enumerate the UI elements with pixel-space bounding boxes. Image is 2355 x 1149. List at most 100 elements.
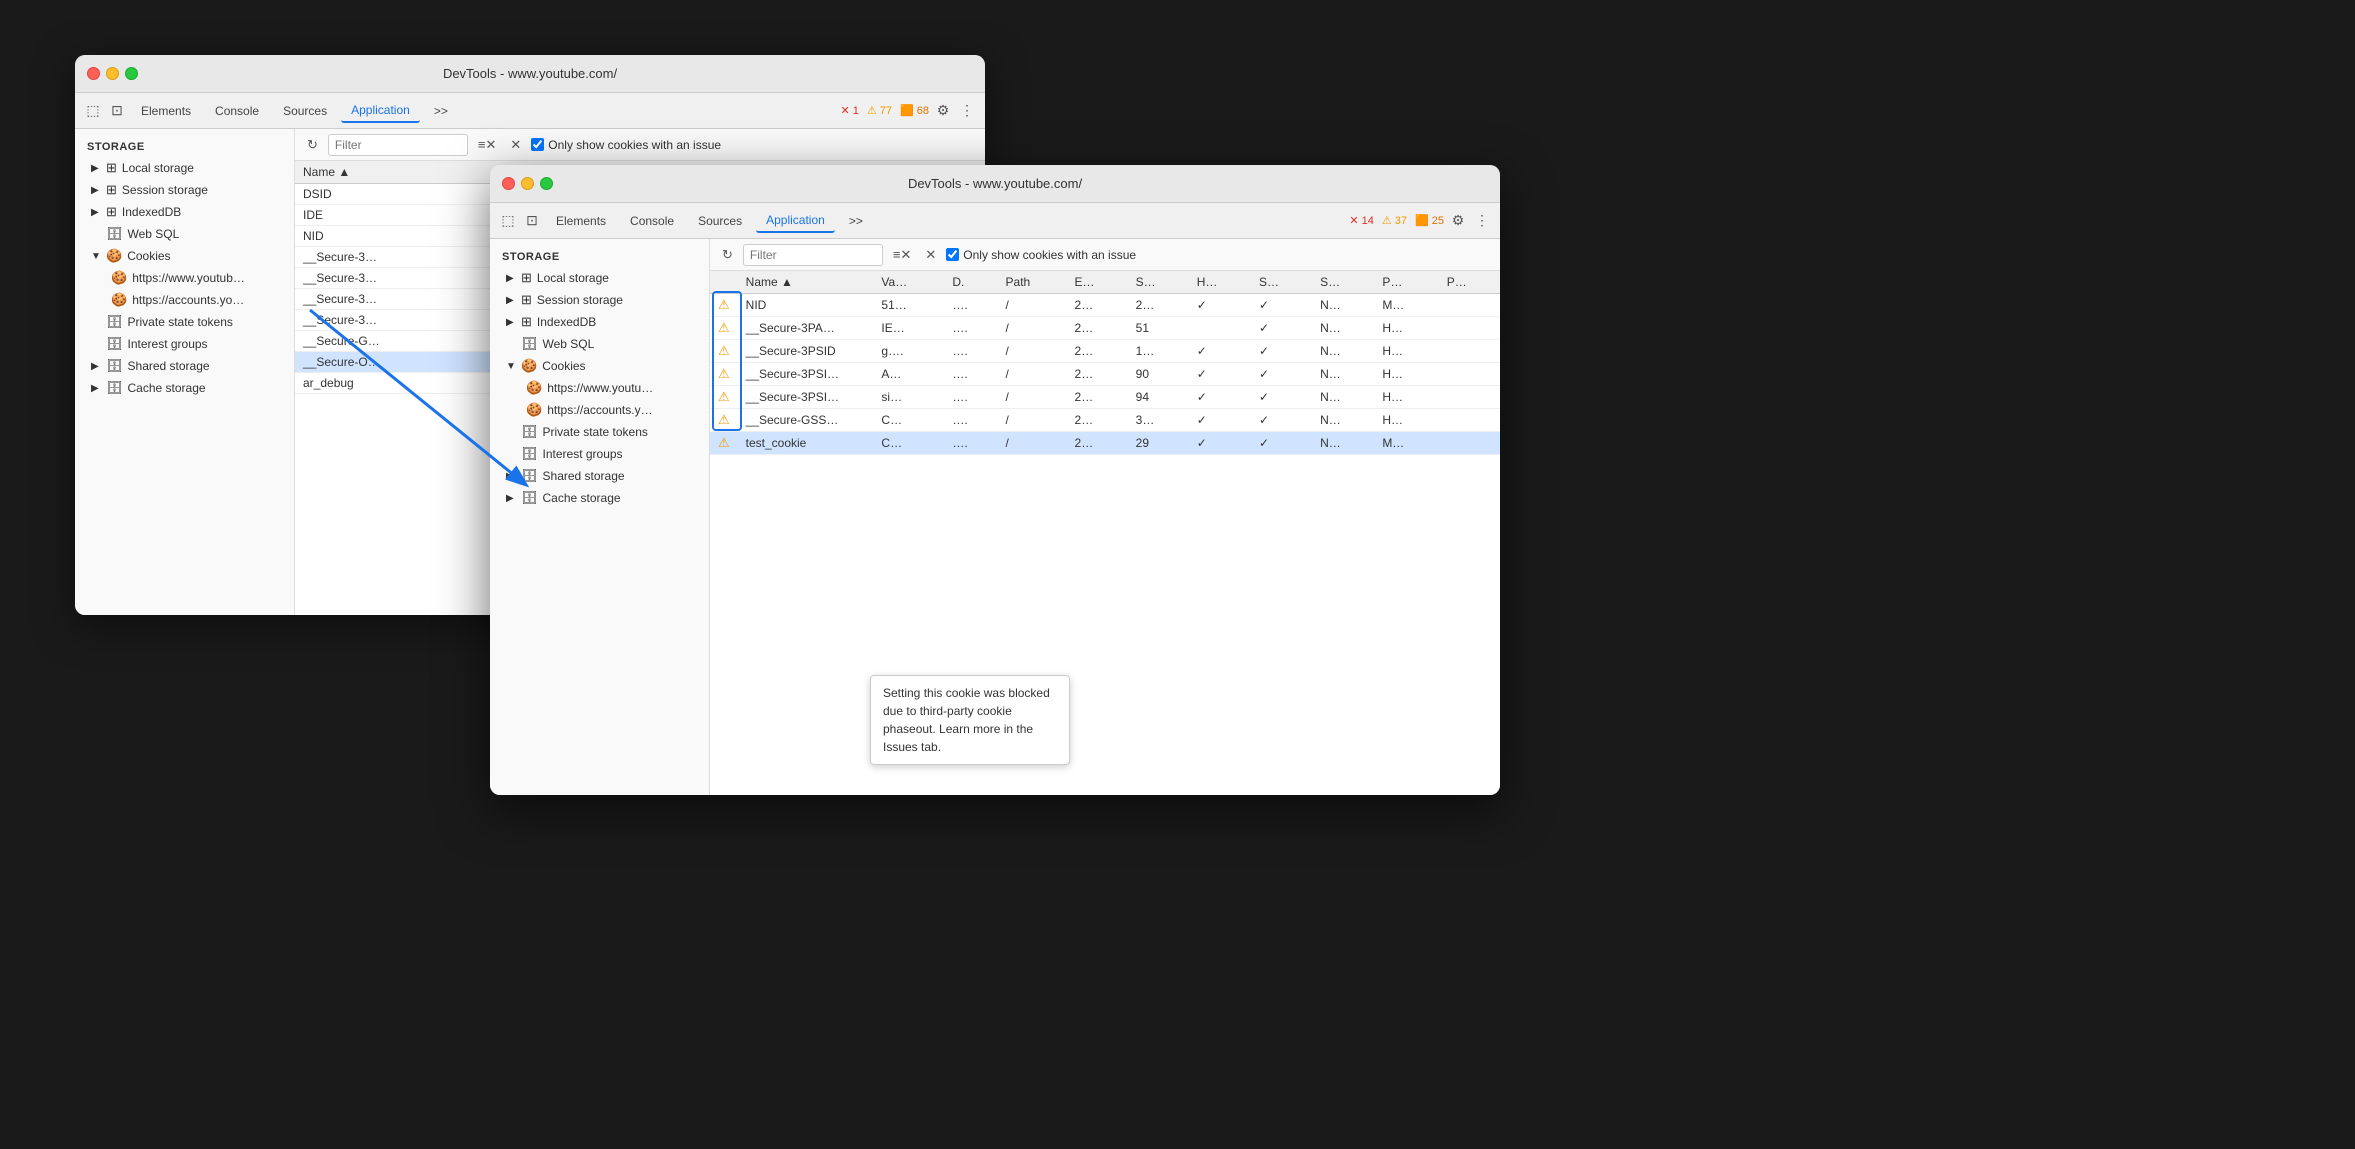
front-filter-clear-btn[interactable]: ≡✕ (889, 245, 915, 265)
front-issue-checkbox-label[interactable]: Only show cookies with an issue (946, 248, 1136, 262)
back-sidebar-cookies-youtube[interactable]: 🍪 https://www.youtub… (75, 267, 294, 289)
front-issue-checkbox[interactable] (946, 248, 959, 261)
back-badge-error: ✕ 1 (840, 104, 858, 117)
table-row[interactable]: ⚠ __Secure-3PA… IE… …. / 2… 51 ✓ N… H… (710, 317, 1500, 340)
back-clear-btn[interactable]: ✕ (506, 135, 525, 155)
back-issue-checkbox-label[interactable]: Only show cookies with an issue (531, 138, 721, 152)
front-more-icon[interactable]: ⋮ (1472, 211, 1492, 231)
front-tab-elements[interactable]: Elements (546, 210, 616, 232)
front-sidebar-interest[interactable]: 🗄 Interest groups (490, 443, 709, 465)
cell-secure: ✓ (1251, 294, 1312, 317)
cell-priority: H… (1374, 409, 1438, 432)
cell-domain: …. (944, 432, 997, 455)
front-col-value[interactable]: Va… (873, 271, 944, 294)
front-main-panel: ↻ ≡✕ ✕ Only show cookies with an issue N… (710, 239, 1500, 795)
back-sidebar-local-storage[interactable]: ▶ ⊞ Local storage (75, 157, 294, 179)
front-sidebar-indexeddb[interactable]: ▶ ⊞ IndexedDB (490, 311, 709, 333)
cell-partitioned (1439, 340, 1500, 363)
cell-value: IE… (873, 317, 944, 340)
back-issue-checkbox[interactable] (531, 138, 544, 151)
front-local-label: Local storage (537, 271, 609, 285)
table-row[interactable]: ⚠ __Secure-3PSI… A… …. / 2… 90 ✓ ✓ N… H… (710, 363, 1500, 386)
front-clear-btn[interactable]: ✕ (921, 245, 940, 265)
cell-name: __Secure-3PSI… (738, 363, 874, 386)
back-tab-sources[interactable]: Sources (273, 100, 337, 122)
front-col-exp[interactable]: E… (1067, 271, 1128, 294)
front-col-priority[interactable]: P… (1374, 271, 1438, 294)
back-tab-elements[interactable]: Elements (131, 100, 201, 122)
back-sidebar-indexeddb[interactable]: ▶ ⊞ IndexedDB (75, 201, 294, 223)
front-sidebar-shared-storage[interactable]: ▶ 🗄 Shared storage (490, 465, 709, 487)
back-local-icon: ⊞ (106, 160, 117, 176)
back-sidebar-cookies-accounts[interactable]: 🍪 https://accounts.yo… (75, 289, 294, 311)
front-sidebar-cache-storage[interactable]: ▶ 🗄 Cache storage (490, 487, 709, 509)
cell-partitioned (1439, 386, 1500, 409)
back-minimize-button[interactable] (106, 67, 119, 80)
back-gear-icon[interactable]: ⚙ (933, 101, 953, 121)
cell-samesite: N… (1312, 432, 1374, 455)
front-tab-console[interactable]: Console (620, 210, 684, 232)
back-reload-btn[interactable]: ↻ (303, 135, 322, 155)
front-reload-btn[interactable]: ↻ (718, 245, 737, 265)
front-tab-application[interactable]: Application (756, 209, 835, 233)
front-sidebar-cookies-accounts[interactable]: 🍪 https://accounts.y… (490, 399, 709, 421)
back-tab-more[interactable]: >> (424, 100, 458, 122)
back-private-label: Private state tokens (128, 315, 233, 329)
back-tab-console[interactable]: Console (205, 100, 269, 122)
front-minimize-button[interactable] (521, 177, 534, 190)
front-col-http[interactable]: H… (1189, 271, 1251, 294)
back-filter-input[interactable] (328, 134, 468, 156)
back-tab-application[interactable]: Application (341, 99, 420, 123)
table-row[interactable]: ⚠ __Secure-GSS… C… …. / 2… 3… ✓ ✓ N… H… (710, 409, 1500, 432)
cell-name: __Secure-GSS… (738, 409, 874, 432)
front-col-size[interactable]: S… (1128, 271, 1189, 294)
back-sidebar-session-storage[interactable]: ▶ ⊞ Session storage (75, 179, 294, 201)
table-row[interactable]: ⚠ __Secure-3PSID g…. …. / 2… 1… ✓ ✓ N… H… (710, 340, 1500, 363)
front-col-samesite[interactable]: S… (1312, 271, 1374, 294)
front-body: Storage ▶ ⊞ Local storage ▶ ⊞ Session st… (490, 239, 1500, 795)
back-close-button[interactable] (87, 67, 100, 80)
back-sidebar-interest[interactable]: 🗄 Interest groups (75, 333, 294, 355)
front-cursor-icon[interactable]: ⬚ (498, 211, 518, 231)
back-cookies-arrow: ▼ (91, 251, 101, 262)
back-sidebar-private-tokens[interactable]: 🗄 Private state tokens (75, 311, 294, 333)
back-maximize-button[interactable] (125, 67, 138, 80)
front-indexeddb-label: IndexedDB (537, 315, 596, 329)
cell-domain: …. (944, 340, 997, 363)
back-layers-icon[interactable]: ⊡ (107, 101, 127, 121)
table-row[interactable]: ⚠ __Secure-3PSI… si… …. / 2… 94 ✓ ✓ N… H… (710, 386, 1500, 409)
front-col-part[interactable]: P… (1439, 271, 1500, 294)
cell-httponly: ✓ (1189, 363, 1251, 386)
front-sidebar-local-storage[interactable]: ▶ ⊞ Local storage (490, 267, 709, 289)
cell-domain: …. (944, 317, 997, 340)
front-col-path[interactable]: Path (998, 271, 1067, 294)
back-sidebar-cookies[interactable]: ▼ 🍪 Cookies (75, 245, 294, 267)
front-cookies-acc-label: https://accounts.y… (547, 403, 652, 417)
table-row[interactable]: ⚠ NID 51… …. / 2… 2… ✓ ✓ N… M… (710, 294, 1500, 317)
back-filter-clear-btn[interactable]: ≡✕ (474, 135, 500, 155)
front-tab-more[interactable]: >> (839, 210, 873, 232)
back-sidebar-websql[interactable]: 🗄 Web SQL (75, 223, 294, 245)
front-close-button[interactable] (502, 177, 515, 190)
front-sidebar-websql[interactable]: 🗄 Web SQL (490, 333, 709, 355)
front-gear-icon[interactable]: ⚙ (1448, 211, 1468, 231)
front-tab-sources[interactable]: Sources (688, 210, 752, 232)
back-cursor-icon[interactable]: ⬚ (83, 101, 103, 121)
cell-size: 2… (1128, 294, 1189, 317)
front-sidebar-private-tokens[interactable]: 🗄 Private state tokens (490, 421, 709, 443)
front-sidebar-cookies-youtube[interactable]: 🍪 https://www.youtu… (490, 377, 709, 399)
front-sidebar-session-storage[interactable]: ▶ ⊞ Session storage (490, 289, 709, 311)
front-filter-input[interactable] (743, 244, 883, 266)
front-layers-icon[interactable]: ⊡ (522, 211, 542, 231)
front-col-domain[interactable]: D. (944, 271, 997, 294)
back-sidebar-shared-storage[interactable]: ▶ 🗄 Shared storage (75, 355, 294, 377)
front-sidebar-cookies[interactable]: ▼ 🍪 Cookies (490, 355, 709, 377)
front-col-secure[interactable]: S… (1251, 271, 1312, 294)
front-col-name[interactable]: Name ▲ (738, 271, 874, 294)
cell-value: C… (873, 432, 944, 455)
back-more-icon[interactable]: ⋮ (957, 101, 977, 121)
back-sidebar-cache-storage[interactable]: ▶ 🗄 Cache storage (75, 377, 294, 399)
back-indexeddb-icon: ⊞ (106, 204, 117, 220)
front-maximize-button[interactable] (540, 177, 553, 190)
table-row[interactable]: ⚠ test_cookie C… …. / 2… 29 ✓ ✓ N… M… (710, 432, 1500, 455)
